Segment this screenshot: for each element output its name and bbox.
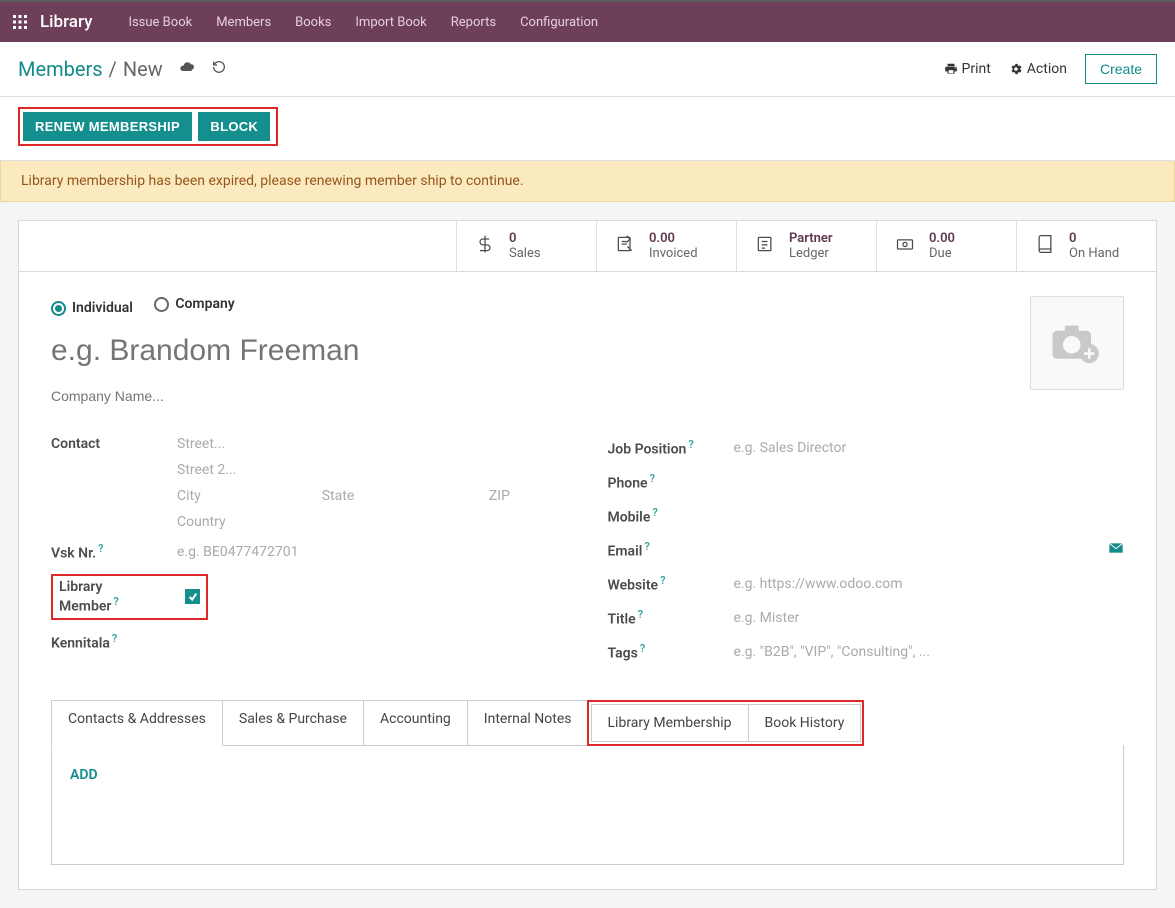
status-button-row: RENEW MEMBERSHIP BLOCK [0,97,1175,161]
breadcrumb-bar: Members / New Print Action Create [0,42,1175,97]
job-input[interactable]: e.g. Sales Director [734,440,847,456]
state-input[interactable]: State [322,488,479,504]
title-label: Title? [608,608,734,628]
tab-sales-purchase[interactable]: Sales & Purchase [222,700,364,746]
app-brand[interactable]: Library [40,12,92,32]
invoice-icon [615,234,639,258]
stat-ledger-label: Ledger [789,246,833,261]
nav-reports[interactable]: Reports [439,15,508,30]
tabs: Contacts & Addresses Sales & Purchase Ac… [51,700,1124,746]
breadcrumb-sep: / [109,57,117,81]
action-label: Action [1027,61,1067,77]
stat-sales-label: Sales [509,246,541,261]
stat-onhand-label: On Hand [1069,246,1119,261]
tab-contacts-addresses[interactable]: Contacts & Addresses [51,700,223,746]
radio-individual[interactable]: Individual [51,300,133,316]
website-label: Website? [608,574,734,594]
website-input[interactable]: e.g. https://www.odoo.com [734,576,903,592]
email-input[interactable] [734,542,1099,558]
dollar-icon [475,234,499,258]
nav-issue-book[interactable]: Issue Book [116,15,204,30]
tags-input[interactable]: e.g. "B2B", "VIP", "Consulting", ... [734,644,930,660]
money-icon [895,234,919,258]
zip-input[interactable]: ZIP [489,488,568,504]
stat-sales-value: 0 [509,231,541,246]
street-input[interactable]: Street... [177,436,568,452]
stat-due-value: 0.00 [929,231,955,246]
apps-icon[interactable] [12,14,28,30]
block-button[interactable]: BLOCK [198,112,270,141]
tags-label: Tags? [608,642,734,662]
stat-due-label: Due [929,246,955,261]
expired-alert: Library membership has been expired, ple… [0,161,1175,202]
stat-onhand-value: 0 [1069,231,1119,246]
nav-books[interactable]: Books [283,15,343,30]
vsk-input[interactable]: e.g. BE0477472701 [177,544,299,560]
title-input[interactable]: e.g. Mister [734,610,800,626]
tab-internal-notes[interactable]: Internal Notes [467,700,589,746]
name-input[interactable] [51,330,695,372]
email-label: Email? [608,540,734,560]
print-label: Print [962,61,991,77]
job-label: Job Position? [608,438,734,458]
email-icon[interactable] [1108,542,1124,558]
radio-dot-icon [154,297,169,312]
nav-import-book[interactable]: Import Book [343,15,438,30]
contact-label: Contact [51,436,177,452]
cloud-save-icon[interactable] [179,59,195,79]
radio-company[interactable]: Company [154,296,234,312]
tab-library-membership[interactable]: Library Membership [591,704,749,742]
tab-accounting[interactable]: Accounting [363,700,468,746]
mobile-label: Mobile? [608,506,734,526]
action-button[interactable]: Action [1009,61,1067,77]
library-member-label: Library Member? [59,579,161,615]
print-button[interactable]: Print [944,61,991,77]
city-input[interactable]: City [177,488,312,504]
avatar-upload[interactable] [1030,296,1124,390]
stat-due[interactable]: 0.00Due [876,221,1016,271]
country-input[interactable]: Country [177,514,568,530]
breadcrumb-members[interactable]: Members [18,57,103,81]
stat-ledger-value: Partner [789,231,833,246]
stat-invoiced-label: Invoiced [649,246,698,261]
ledger-icon [755,234,779,258]
stat-on-hand[interactable]: 0On Hand [1016,221,1156,271]
stat-invoiced-value: 0.00 [649,231,698,246]
nav-members[interactable]: Members [204,15,283,30]
add-button[interactable]: ADD [70,767,98,783]
library-member-checkbox[interactable] [185,589,200,604]
renew-membership-button[interactable]: RENEW MEMBERSHIP [23,112,192,141]
discard-icon[interactable] [211,59,227,79]
tab-panel-contacts: ADD [51,745,1124,865]
stat-invoiced[interactable]: 0.00Invoiced [596,221,736,271]
radio-individual-label: Individual [72,300,133,316]
radio-dot-icon [51,301,66,316]
main-navbar: Library Issue Book Members Books Import … [0,2,1175,42]
nav-configuration[interactable]: Configuration [508,15,610,30]
company-name-input[interactable] [51,384,695,408]
breadcrumb-current: New [123,57,163,81]
vsk-label: Vsk Nr.? [51,542,177,562]
kennitala-label: Kennitala? [51,632,177,652]
create-button[interactable]: Create [1085,54,1157,84]
stat-partner-ledger[interactable]: PartnerLedger [736,221,876,271]
phone-label: Phone? [608,472,734,492]
street2-input[interactable]: Street 2... [177,462,568,478]
book-icon [1035,234,1059,258]
tab-book-history[interactable]: Book History [748,704,862,742]
form-sheet: 0Sales 0.00Invoiced PartnerLedger 0.00Du… [18,220,1157,890]
radio-company-label: Company [175,296,234,312]
stat-row: 0Sales 0.00Invoiced PartnerLedger 0.00Du… [19,221,1156,272]
stat-sales[interactable]: 0Sales [456,221,596,271]
